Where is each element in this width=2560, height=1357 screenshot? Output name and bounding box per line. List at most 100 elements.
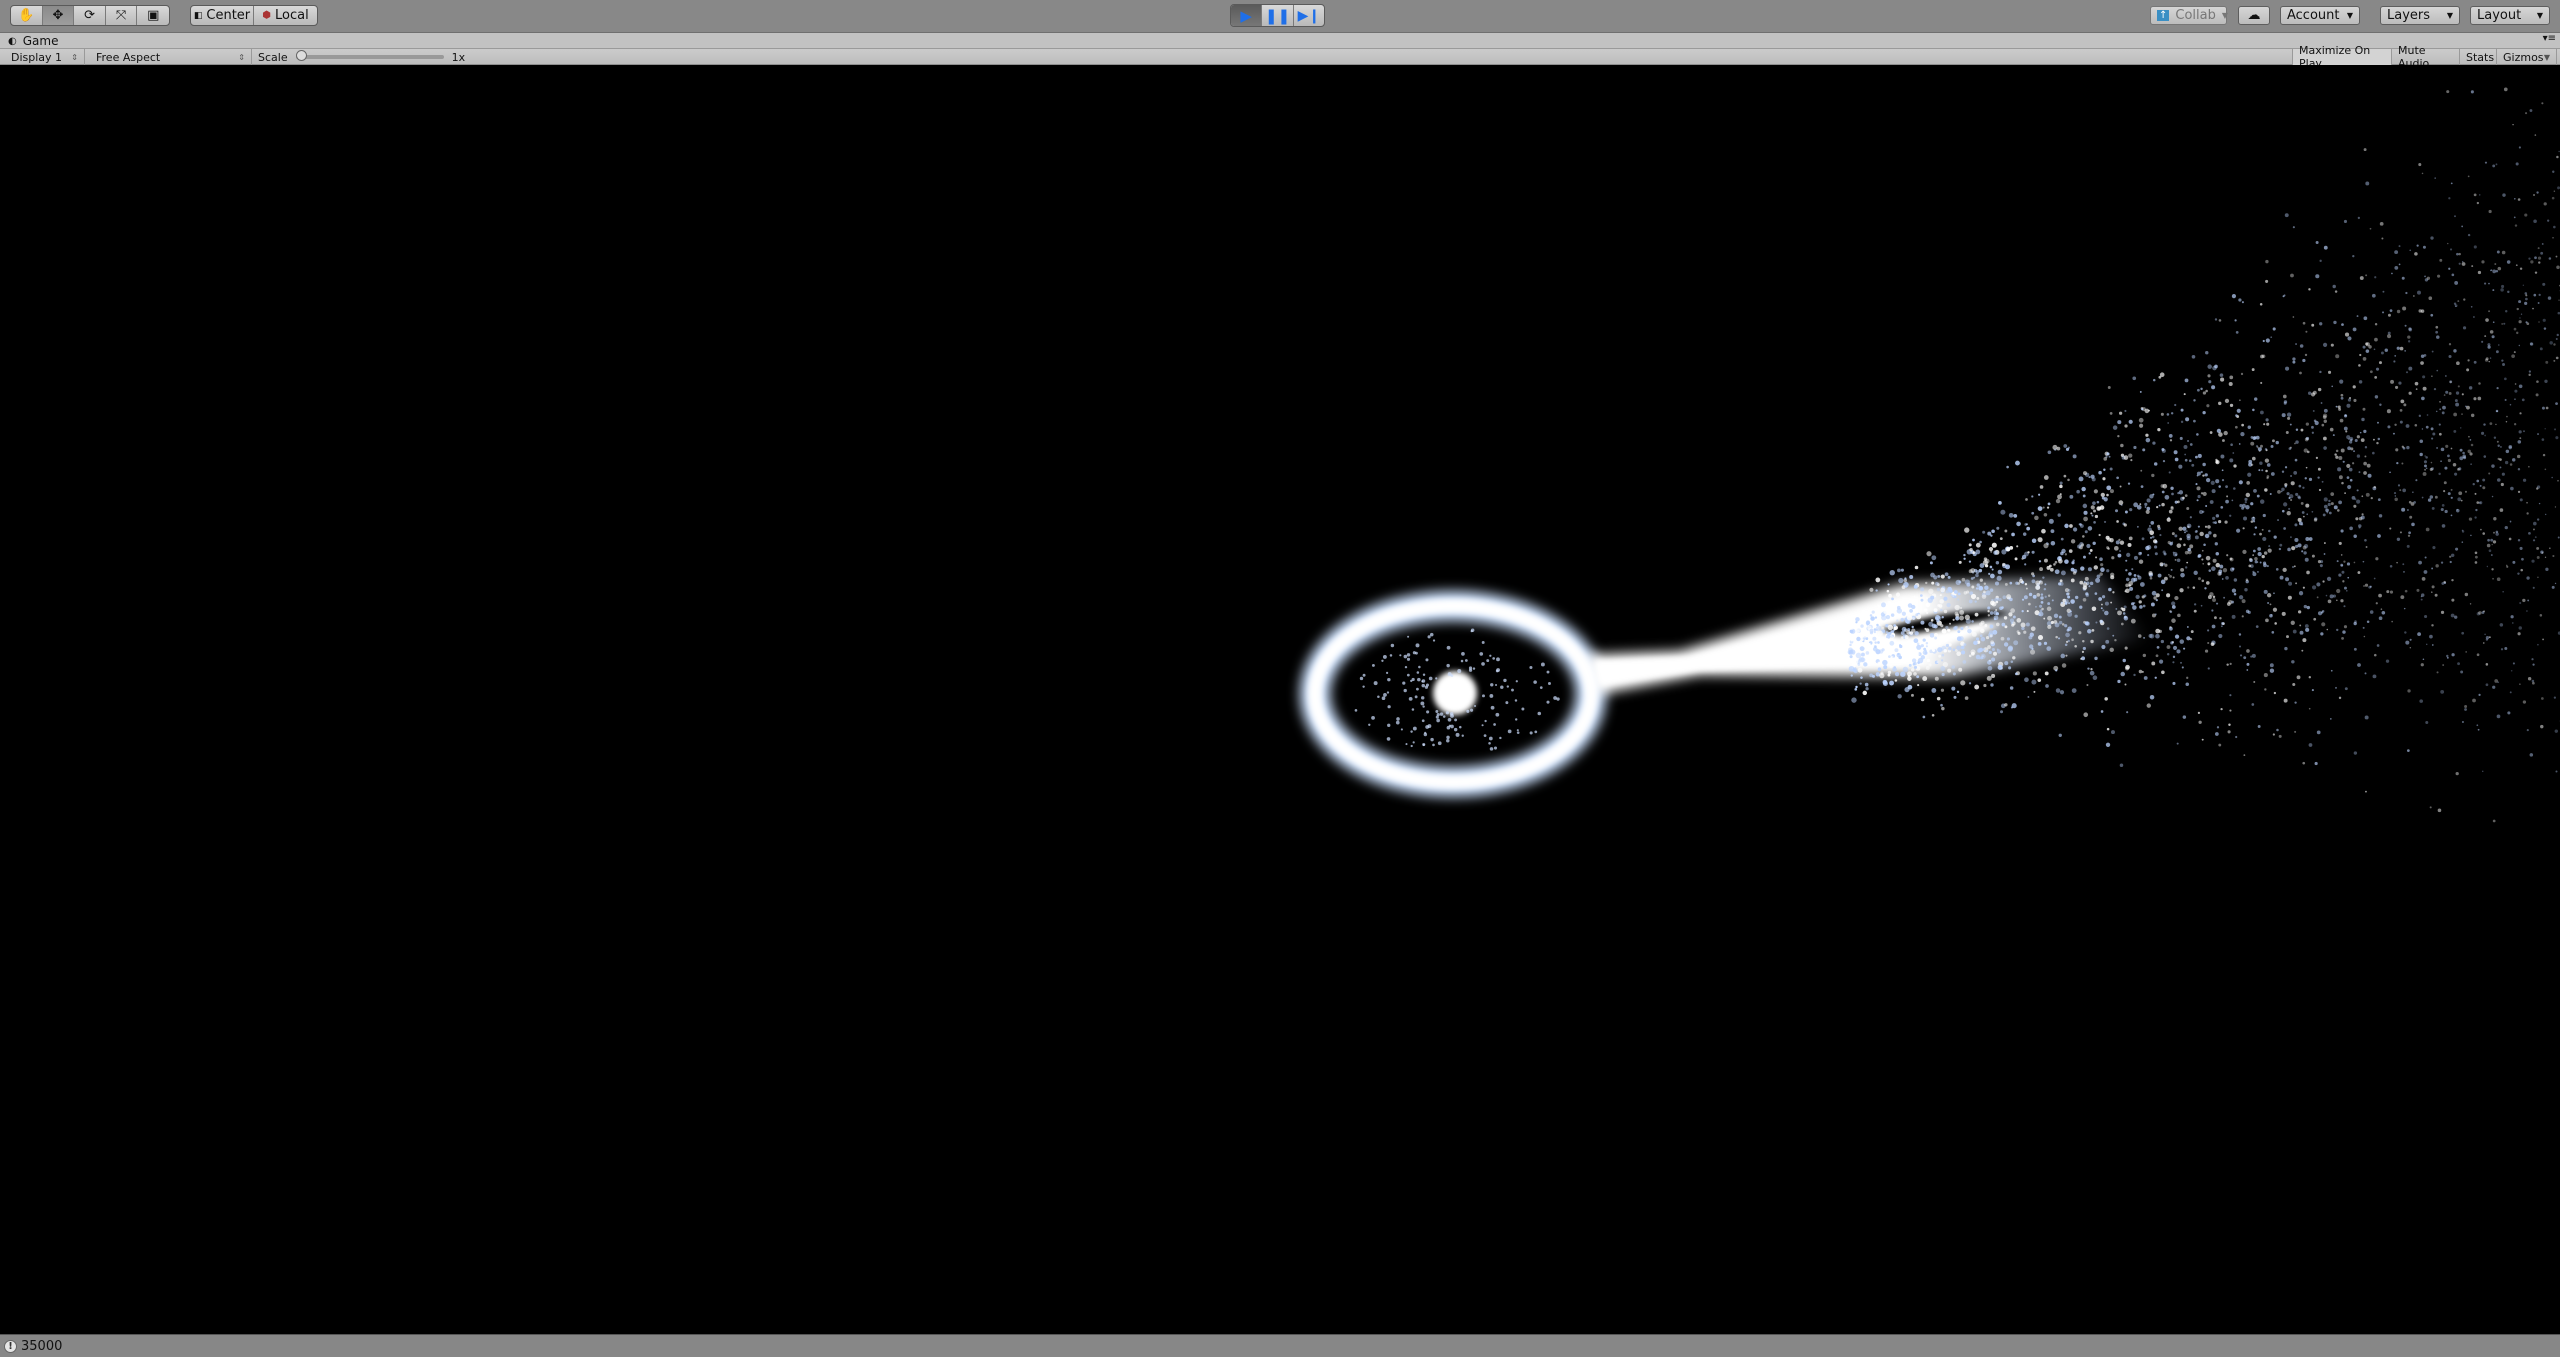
particle — [2201, 579, 2205, 583]
particle — [2074, 644, 2077, 648]
particle — [2139, 551, 2143, 555]
particle — [2513, 351, 2516, 354]
pivot-center-button[interactable]: ◧ Center — [191, 6, 255, 25]
pivot-local-button[interactable]: ⬢ Local — [254, 6, 317, 25]
particle — [1883, 665, 1888, 670]
particle — [2516, 307, 2519, 311]
tab-game[interactable]: ◐ Game — [8, 33, 58, 49]
maximize-on-play-toggle[interactable]: Maximize On Play — [2292, 44, 2392, 70]
particle — [2070, 539, 2076, 544]
particle — [2353, 450, 2355, 453]
particle — [2441, 411, 2445, 415]
particle — [2392, 432, 2395, 435]
particle — [2091, 606, 2097, 612]
particle — [2314, 761, 2318, 766]
gizmos-dropdown[interactable]: Gizmos ▼ — [2497, 49, 2557, 65]
layers-dropdown[interactable]: Layers ▼ — [2380, 6, 2460, 25]
particle — [2252, 572, 2257, 577]
display-dropdown[interactable]: Display 1 ⇕ — [5, 49, 85, 65]
particle — [2515, 264, 2518, 267]
particle — [1874, 641, 1877, 644]
particle — [2414, 423, 2418, 427]
particle — [2170, 568, 2173, 571]
particle — [2364, 455, 2367, 458]
aspect-dropdown[interactable]: Free Aspect ⇕ — [90, 49, 252, 65]
particle — [2501, 323, 2503, 325]
particle — [2382, 311, 2385, 314]
pause-button[interactable]: ❚❚ — [1262, 5, 1294, 26]
particle — [1982, 648, 1986, 651]
particle — [2461, 393, 2464, 396]
particle — [2354, 620, 2357, 623]
layout-dropdown[interactable]: Layout ▼ — [2470, 6, 2550, 25]
collab-button[interactable]: ↑ Collab ▼ — [2150, 6, 2228, 25]
particle — [2024, 677, 2029, 683]
particle — [2422, 472, 2427, 476]
particle — [2251, 703, 2255, 706]
cloud-button[interactable]: ☁ — [2238, 6, 2270, 25]
particle — [2109, 467, 2113, 471]
particle — [2469, 452, 2473, 456]
particle — [2172, 661, 2175, 664]
particle — [1887, 624, 1894, 631]
account-dropdown[interactable]: Account ▼ — [2280, 6, 2360, 25]
scale-slider[interactable] — [295, 50, 444, 61]
mute-audio-toggle[interactable]: Mute Audio — [2392, 44, 2460, 70]
particle — [2391, 620, 2393, 623]
particle — [2278, 547, 2282, 551]
particle — [2470, 305, 2473, 308]
rect-tool-button[interactable]: ▣ — [137, 6, 169, 25]
particle — [2166, 413, 2170, 416]
particle — [2059, 484, 2063, 489]
particle — [1913, 638, 1919, 644]
stats-toggle[interactable]: Stats — [2460, 49, 2497, 65]
play-button[interactable]: ▶ — [1231, 5, 1263, 26]
particle — [2182, 496, 2185, 500]
particle — [2120, 622, 2124, 626]
step-button[interactable]: ▶❙ — [1294, 5, 1324, 26]
particle — [1407, 635, 1410, 638]
status-bar[interactable]: ! 35000 — [0, 1334, 2560, 1357]
scale-tool-button[interactable]: ⤧ — [106, 6, 138, 25]
particle — [1422, 705, 1425, 708]
particle — [2461, 631, 2465, 635]
particle — [2195, 529, 2198, 533]
particle — [2413, 501, 2416, 504]
particle — [2046, 506, 2050, 509]
particle — [1922, 638, 1926, 642]
particle — [1990, 600, 1995, 606]
particle — [2057, 637, 2061, 640]
game-view[interactable] — [0, 5, 2560, 1334]
particle — [2541, 551, 2544, 554]
scale-slider-knob[interactable] — [295, 50, 307, 61]
particle — [2070, 599, 2075, 604]
rotate-tool-button[interactable]: ⟳ — [74, 6, 106, 25]
particle — [2207, 364, 2212, 369]
particle — [2340, 448, 2345, 453]
particle — [1996, 575, 2002, 581]
particle — [2356, 315, 2359, 318]
hand-tool-button[interactable]: ✋ — [11, 6, 43, 25]
particle — [2215, 479, 2220, 484]
particle — [2241, 599, 2246, 604]
particle — [2369, 227, 2372, 230]
particle — [2319, 322, 2323, 326]
particle — [2177, 500, 2180, 504]
chevron-down-icon: ▼ — [2536, 11, 2543, 20]
panel-menu-icon[interactable]: ▾≡ — [2543, 33, 2556, 44]
particle — [2047, 450, 2052, 455]
particle — [2273, 691, 2277, 695]
particle — [2505, 310, 2508, 313]
move-tool-button[interactable]: ✥ — [42, 6, 75, 25]
particle — [2403, 607, 2406, 610]
particle — [2301, 523, 2304, 526]
particle — [2359, 353, 2362, 357]
particle — [2239, 654, 2243, 657]
particle — [2519, 412, 2522, 415]
particle — [2378, 514, 2383, 518]
particle — [1417, 677, 1421, 682]
particle — [2125, 664, 2130, 670]
particle — [2254, 557, 2258, 561]
particle — [2534, 256, 2537, 260]
particle — [2313, 518, 2318, 522]
